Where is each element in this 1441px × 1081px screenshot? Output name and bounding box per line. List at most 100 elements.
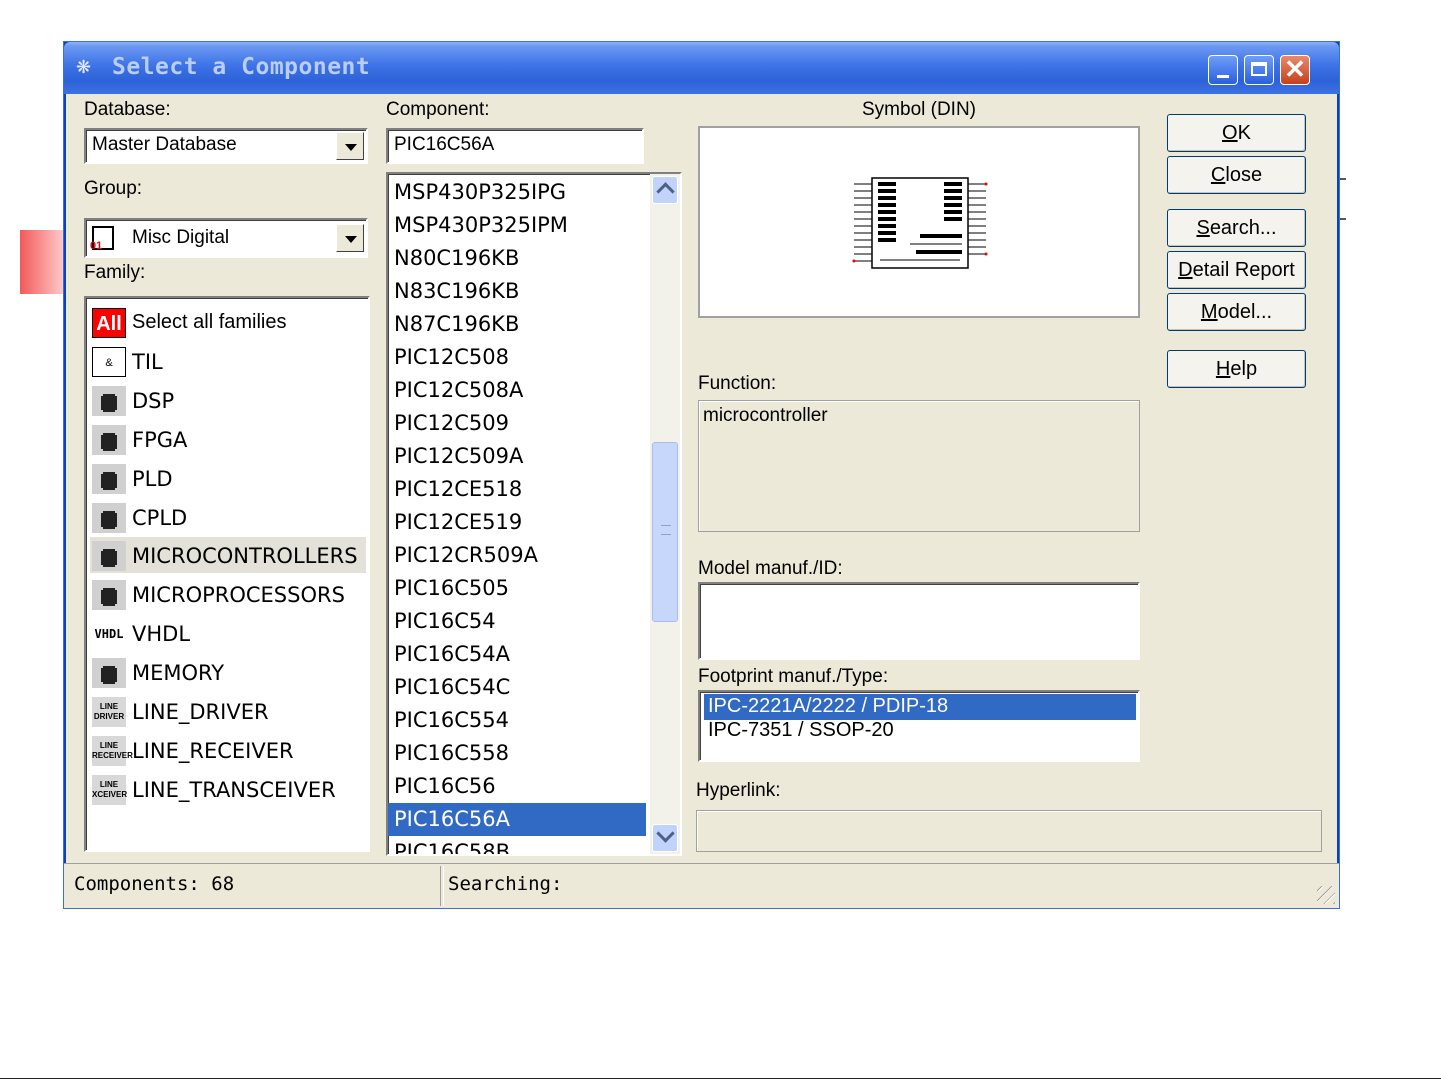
family-item-label: DSP [132, 389, 175, 413]
component-list-item[interactable]: PIC16C54C [388, 671, 646, 704]
component-scrollbar[interactable] [650, 174, 680, 854]
close-window-button[interactable]: ✕ [1280, 54, 1310, 85]
title-bar[interactable]: ❋ Select a Component ✕ [64, 42, 1339, 94]
search-button[interactable]: Search... [1167, 209, 1306, 247]
family-item-cpld[interactable]: CPLD [90, 499, 366, 535]
family-item-label: FPGA [132, 428, 188, 452]
app-icon: ❋ [76, 57, 92, 77]
chip-icon [92, 464, 126, 494]
family-item-line-transceiver[interactable]: LINE XCEIVER LINE_TRANSCEIVER [90, 771, 366, 807]
family-item-line-receiver[interactable]: LINE RECEIVER LINE_RECEIVER [90, 732, 366, 768]
microcontroller-icon [92, 541, 126, 571]
family-item-microcontrollers[interactable]: MICROCONTROLLERS [90, 537, 366, 573]
scroll-down-icon[interactable] [652, 824, 678, 852]
help-mnemonic: H [1215, 358, 1231, 380]
component-list-item[interactable]: PIC16C505 [388, 572, 646, 605]
component-list-item[interactable]: PIC12C508 [388, 341, 646, 374]
component-list-item[interactable]: PIC16C558 [388, 737, 646, 770]
resize-grip-icon[interactable] [1317, 886, 1335, 904]
component-list-item[interactable]: N87C196KB [388, 308, 646, 341]
hyperlink-box[interactable] [696, 810, 1322, 852]
detail-label: etail Report [1192, 259, 1295, 281]
component-list-item-label: MSP430P325IPG [394, 180, 567, 204]
component-list-item-label: PIC12CE519 [394, 510, 523, 534]
family-item-label: MEMORY [132, 661, 225, 685]
group-select[interactable]: 01 Misc Digital [84, 218, 368, 258]
detail-report-button[interactable]: Detail Report [1167, 251, 1306, 289]
family-item-label: MICROCONTROLLERS [132, 544, 358, 568]
chevron-down-icon[interactable] [336, 224, 364, 252]
database-select[interactable]: Master Database [84, 128, 368, 164]
component-list-item-label: PIC16C54C [394, 675, 511, 699]
family-item-vhdl[interactable]: VHDL VHDL [90, 615, 366, 651]
component-list-item[interactable]: PIC16C56A [388, 803, 646, 836]
ok-button[interactable]: OK [1167, 114, 1306, 152]
help-button[interactable]: Help [1167, 350, 1306, 388]
component-list-item[interactable]: PIC16C54A [388, 638, 646, 671]
component-list-item-label: PIC12CR509A [394, 543, 538, 567]
component-list-item[interactable]: PIC16C58B [388, 836, 646, 854]
family-item-dsp[interactable]: DSP [90, 382, 366, 418]
component-list-item[interactable]: MSP430P325IPM [388, 209, 646, 242]
select-component-dialog: ❋ Select a Component ✕ Database: Master … [63, 41, 1340, 909]
family-item-til[interactable]: & TIL [90, 343, 366, 379]
footprint-list[interactable]: IPC-2221A/2222 / PDIP-18 IPC-7351 / SSOP… [698, 690, 1140, 762]
model-button[interactable]: Model... [1167, 293, 1306, 331]
component-list-item-label: PIC16C554 [394, 708, 509, 732]
component-list-item[interactable]: N83C196KB [388, 275, 646, 308]
family-item-pld[interactable]: PLD [90, 460, 366, 496]
maximize-button[interactable] [1244, 55, 1274, 85]
component-list-item-label: PIC16C54 [394, 609, 496, 633]
component-list-item[interactable]: PIC12C508A [388, 374, 646, 407]
minimize-button[interactable] [1208, 55, 1238, 85]
component-list-item[interactable]: MSP430P325IPG [388, 176, 646, 209]
close-button[interactable]: Close [1167, 156, 1306, 194]
component-list-item[interactable]: PIC16C56 [388, 770, 646, 803]
database-value: Master Database [92, 134, 237, 155]
family-item-label: TIL [132, 350, 163, 374]
component-list-item-label: PIC16C558 [394, 741, 509, 765]
footprint-item[interactable]: IPC-7351 / SSOP-20 [704, 718, 1136, 744]
family-item-label: LINE_TRANSCEIVER [132, 778, 336, 802]
component-list-item[interactable]: PIC16C54 [388, 605, 646, 638]
hyperlink-label: Hyperlink: [696, 780, 781, 801]
status-divider [440, 866, 444, 906]
components-count: Components: 68 [74, 873, 235, 895]
close-mnemonic: C [1210, 164, 1226, 186]
family-list[interactable]: All Select all families & TIL DSP FPGA P… [84, 296, 370, 852]
family-item-all[interactable]: All Select all families [90, 304, 366, 340]
component-list-item[interactable]: PIC12C509 [388, 407, 646, 440]
family-item-microprocessors[interactable]: MICROPROCESSORS [90, 576, 366, 612]
component-list-item-label: PIC12C508 [394, 345, 509, 369]
component-list-item[interactable]: PIC16C554 [388, 704, 646, 737]
detail-mnemonic: D [1178, 259, 1193, 281]
close-label: lose [1225, 164, 1263, 186]
component-list-item-label: N83C196KB [394, 279, 520, 303]
status-bar: Components: 68 Searching: [64, 863, 1339, 908]
model-box[interactable] [698, 582, 1140, 660]
vhdl-icon: VHDL [94, 627, 124, 641]
component-list-item[interactable]: PIC12CE518 [388, 473, 646, 506]
family-item-memory[interactable]: MEMORY [90, 654, 366, 690]
family-item-fpga[interactable]: FPGA [90, 421, 366, 457]
component-input[interactable]: PIC16C56A [386, 128, 644, 164]
component-list-item-label: N87C196KB [394, 312, 520, 336]
component-list-item[interactable]: N80C196KB [388, 242, 646, 275]
family-item-label: CPLD [132, 506, 188, 530]
function-box: microcontroller [698, 400, 1140, 532]
chevron-down-icon[interactable] [336, 132, 364, 160]
searching-status: Searching: [448, 873, 563, 895]
scroll-thumb[interactable] [652, 442, 678, 622]
component-list-item[interactable]: PIC12CE519 [388, 506, 646, 539]
component-label: Component: [386, 99, 490, 120]
memory-icon [92, 658, 126, 688]
footprint-item[interactable]: IPC-2221A/2222 / PDIP-18 [704, 694, 1136, 720]
family-item-label: PLD [132, 467, 173, 491]
family-item-line-driver[interactable]: LINE DRIVER LINE_DRIVER [90, 693, 366, 729]
component-list[interactable]: MSP430P325IPG MSP430P325IPM N80C196KB N83C1… [386, 172, 682, 856]
component-list-item[interactable]: PIC12C509A [388, 440, 646, 473]
family-item-label: Select all families [132, 311, 287, 333]
scroll-up-icon[interactable] [652, 176, 678, 204]
component-list-item[interactable]: PIC12CR509A [388, 539, 646, 572]
misc-digital-icon: 01 [90, 226, 114, 252]
